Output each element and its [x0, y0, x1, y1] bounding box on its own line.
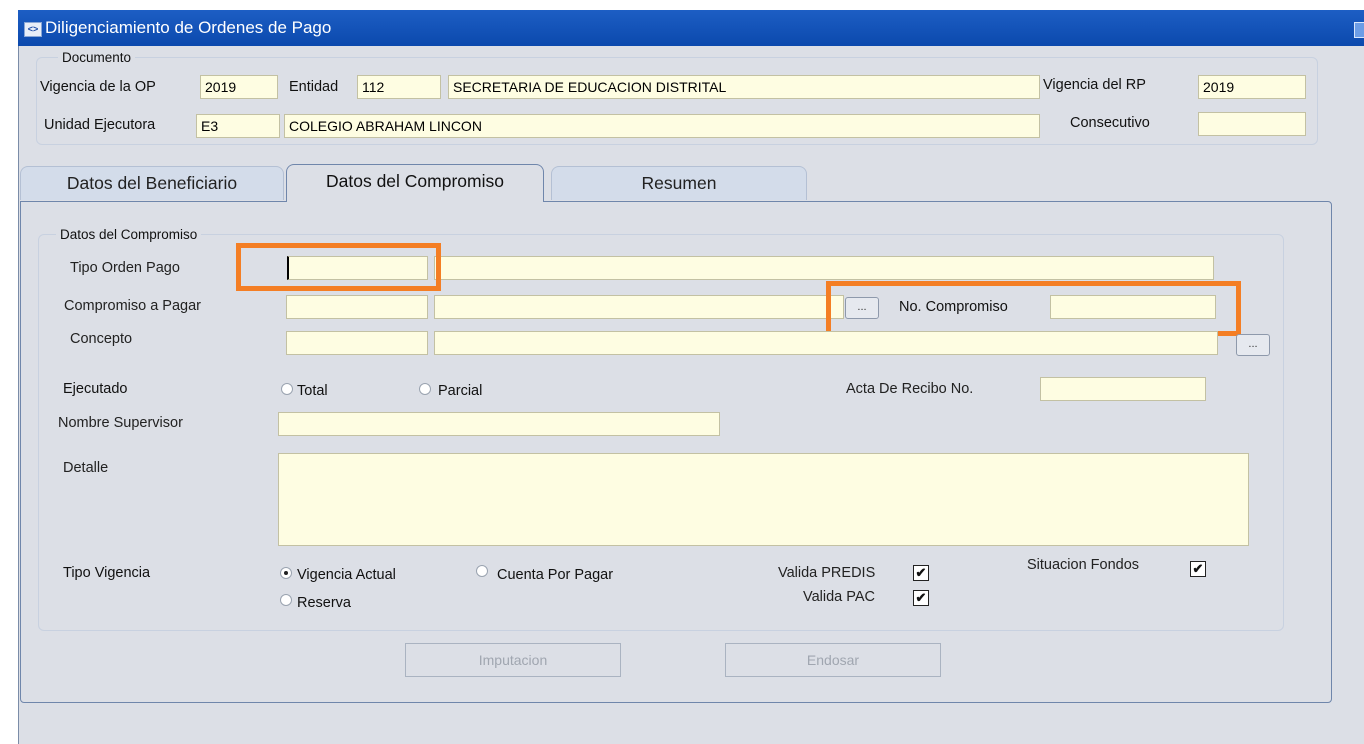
- tab-datos-compromiso[interactable]: Datos del Compromiso: [286, 164, 544, 202]
- vigencia-op-label: Vigencia de la OP: [40, 79, 156, 95]
- reserva-radio[interactable]: [280, 594, 292, 606]
- compromiso-code-field[interactable]: [286, 295, 428, 319]
- window-title: Diligenciamiento de Ordenes de Pago: [45, 18, 332, 37]
- unidad-ejecutora-label: Unidad Ejecutora: [44, 117, 156, 133]
- vigencia-actual-label: Vigencia Actual: [297, 567, 396, 583]
- app-icon: <>: [24, 22, 42, 37]
- ejecutado-total-radio[interactable]: [281, 383, 293, 395]
- acta-recibo-field[interactable]: [1040, 377, 1206, 401]
- highlight-tipo-orden: [236, 243, 441, 291]
- vigencia-rp-label: Vigencia del RP: [1043, 77, 1146, 93]
- highlight-no-compromiso: [826, 281, 1241, 336]
- concepto-label: Concepto: [70, 331, 133, 347]
- situacion-fondos-label: Situacion Fondos: [1027, 557, 1140, 573]
- detalle-label: Detalle: [63, 460, 109, 476]
- valida-predis-checkbox[interactable]: ✔: [913, 565, 929, 581]
- valida-pac-checkbox[interactable]: ✔: [913, 590, 929, 606]
- compromiso-desc-field[interactable]: [434, 295, 844, 319]
- concepto-code-field[interactable]: [286, 331, 428, 355]
- ejecutado-parcial-label: Parcial: [438, 383, 483, 399]
- vigencia-op-field[interactable]: 2019: [200, 75, 278, 99]
- concepto-desc-field[interactable]: [434, 331, 1218, 355]
- concepto-lov-button[interactable]: ...: [1236, 334, 1270, 356]
- ejecutado-parcial-radio[interactable]: [419, 383, 431, 395]
- vigencia-rp-field[interactable]: 2019: [1198, 75, 1306, 99]
- entidad-label: Entidad: [289, 79, 339, 95]
- entidad-code-field[interactable]: 112: [357, 75, 441, 99]
- maximize-icon[interactable]: [1354, 22, 1364, 38]
- entidad-name-field[interactable]: SECRETARIA DE EDUCACION DISTRITAL: [448, 75, 1040, 99]
- detalle-textarea[interactable]: [278, 453, 1249, 546]
- tab-datos-beneficiario[interactable]: Datos del Beneficiario: [20, 166, 284, 200]
- tipo-orden-desc-field[interactable]: [434, 256, 1214, 280]
- consecutivo-label: Consecutivo: [1070, 115, 1150, 131]
- unidad-code-field[interactable]: E3: [196, 114, 280, 138]
- unidad-name-field[interactable]: COLEGIO ABRAHAM LINCON: [284, 114, 1040, 138]
- reserva-label: Reserva: [297, 595, 351, 611]
- documento-group-title: Documento: [58, 50, 136, 65]
- compromiso-a-pagar-label: Compromiso a Pagar: [64, 298, 201, 314]
- nombre-supervisor-label: Nombre Supervisor: [58, 415, 183, 431]
- cuenta-por-pagar-radio[interactable]: [476, 565, 488, 577]
- title-bar: <> Diligenciamiento de Ordenes de Pago: [18, 10, 1364, 46]
- imputacion-button[interactable]: Imputacion: [405, 643, 621, 677]
- tipo-vigencia-label: Tipo Vigencia: [63, 565, 151, 581]
- valida-predis-label: Valida PREDIS: [778, 565, 876, 581]
- situacion-fondos-checkbox[interactable]: ✔: [1190, 561, 1206, 577]
- ejecutado-label: Ejecutado: [63, 381, 128, 397]
- compromiso-group-title: Datos del Compromiso: [56, 227, 202, 242]
- valida-pac-label: Valida PAC: [803, 589, 875, 605]
- acta-recibo-label: Acta De Recibo No.: [846, 381, 974, 397]
- tab-resumen[interactable]: Resumen: [551, 166, 807, 200]
- endosar-button[interactable]: Endosar: [725, 643, 941, 677]
- nombre-supervisor-field[interactable]: [278, 412, 720, 436]
- cuenta-por-pagar-label: Cuenta Por Pagar: [497, 567, 614, 583]
- ejecutado-total-label: Total: [297, 383, 328, 399]
- tipo-orden-label: Tipo Orden Pago: [70, 260, 180, 276]
- consecutivo-field[interactable]: [1198, 112, 1306, 136]
- vigencia-actual-radio[interactable]: [280, 567, 292, 579]
